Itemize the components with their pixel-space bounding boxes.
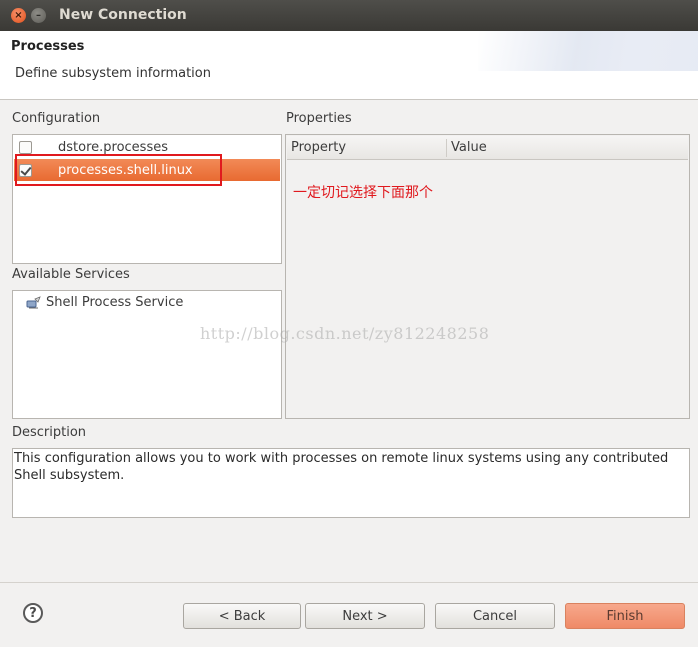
column-header-value[interactable]: Value bbox=[451, 140, 487, 155]
configuration-label: Configuration bbox=[12, 111, 101, 126]
title-bar: × – New Connection bbox=[0, 0, 698, 31]
dstore-checkbox[interactable] bbox=[19, 140, 32, 154]
finish-button[interactable]: Finish bbox=[565, 603, 685, 629]
properties-table-header: Property Value bbox=[287, 136, 688, 160]
window-title: New Connection bbox=[59, 7, 187, 23]
properties-table[interactable]: Property Value bbox=[285, 134, 690, 419]
description-text: This configuration allows you to work wi… bbox=[14, 451, 669, 483]
column-header-property[interactable]: Property bbox=[291, 140, 346, 155]
page-description: Define subsystem information bbox=[15, 66, 211, 81]
page-title: Processes bbox=[11, 39, 85, 54]
banner-decoration bbox=[478, 31, 698, 71]
available-services-label: Available Services bbox=[12, 267, 130, 282]
configuration-item-label: dstore.processes bbox=[58, 139, 168, 155]
services-tree[interactable]: Shell Process Service bbox=[12, 290, 282, 419]
highlight-box bbox=[15, 154, 222, 186]
description-box[interactable]: This configuration allows you to work wi… bbox=[12, 448, 690, 518]
annotation-note: 一定切记选择下面那个 bbox=[293, 185, 433, 201]
help-icon[interactable]: ? bbox=[23, 603, 43, 623]
service-icon bbox=[26, 296, 41, 309]
column-divider[interactable] bbox=[446, 139, 447, 157]
cancel-button[interactable]: Cancel bbox=[435, 603, 555, 629]
minimize-icon[interactable]: – bbox=[31, 8, 46, 23]
description-label: Description bbox=[12, 425, 87, 440]
service-item-shell-process[interactable]: Shell Process Service bbox=[46, 295, 183, 310]
properties-label: Properties bbox=[286, 111, 352, 126]
next-button[interactable]: Next > bbox=[305, 603, 425, 629]
close-icon[interactable]: × bbox=[11, 8, 26, 23]
back-button[interactable]: < Back bbox=[183, 603, 301, 629]
watermark-text: http://blog.csdn.net/zy812248258 bbox=[200, 324, 490, 343]
wizard-banner: Processes Define subsystem information bbox=[0, 31, 698, 100]
button-bar-divider bbox=[0, 582, 698, 583]
